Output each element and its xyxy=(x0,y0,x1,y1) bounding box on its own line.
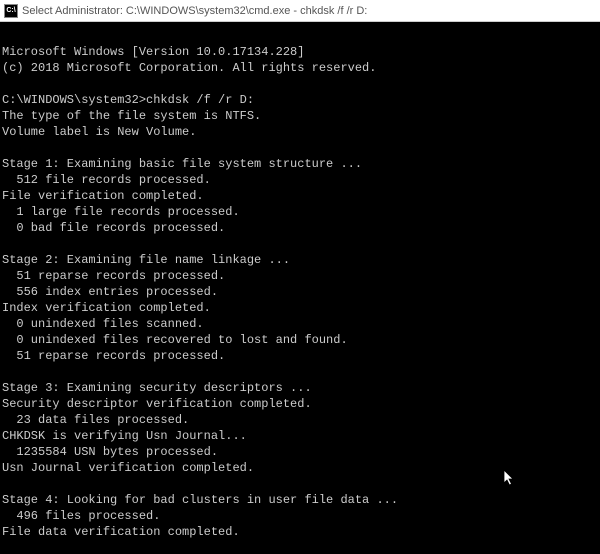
terminal-line: Stage 2: Examining file name linkage ... xyxy=(2,253,290,267)
terminal-line: C:\WINDOWS\system32>chkdsk /f /r D: xyxy=(2,93,254,107)
terminal-line: 23 data files processed. xyxy=(2,413,189,427)
terminal-line: Stage 1: Examining basic file system str… xyxy=(2,157,362,171)
terminal-line: 512 file records processed. xyxy=(2,173,211,187)
window-titlebar[interactable]: C:\ Select Administrator: C:\WINDOWS\sys… xyxy=(0,0,600,22)
terminal-line: 0 unindexed files recovered to lost and … xyxy=(2,333,348,347)
terminal-line: Stage 4: Looking for bad clusters in use… xyxy=(2,493,398,507)
terminal-line: 0 bad file records processed. xyxy=(2,221,225,235)
terminal-line: Usn Journal verification completed. xyxy=(2,461,254,475)
terminal-line: File verification completed. xyxy=(2,189,204,203)
terminal-line: Microsoft Windows [Version 10.0.17134.22… xyxy=(2,45,304,59)
terminal-line: Security descriptor verification complet… xyxy=(2,397,312,411)
terminal-line: 1 large file records processed. xyxy=(2,205,240,219)
terminal-line: Index verification completed. xyxy=(2,301,211,315)
terminal-line: Volume label is New Volume. xyxy=(2,125,196,139)
mouse-cursor-icon xyxy=(504,470,516,488)
terminal-line: 0 unindexed files scanned. xyxy=(2,317,204,331)
terminal-output[interactable]: Microsoft Windows [Version 10.0.17134.22… xyxy=(0,22,600,554)
terminal-line: 556 index entries processed. xyxy=(2,285,218,299)
terminal-line: Stage 3: Examining security descriptors … xyxy=(2,381,312,395)
cmd-icon: C:\ xyxy=(4,4,18,18)
terminal-line: 51 reparse records processed. xyxy=(2,349,225,363)
window-title: Select Administrator: C:\WINDOWS\system3… xyxy=(22,5,596,17)
terminal-line: (c) 2018 Microsoft Corporation. All righ… xyxy=(2,61,376,75)
terminal-line: File data verification completed. xyxy=(2,525,240,539)
terminal-line: CHKDSK is verifying Usn Journal... xyxy=(2,429,247,443)
terminal-line: 496 files processed. xyxy=(2,509,160,523)
terminal-line: 51 reparse records processed. xyxy=(2,269,225,283)
terminal-line: 1235584 USN bytes processed. xyxy=(2,445,218,459)
terminal-line: The type of the file system is NTFS. xyxy=(2,109,261,123)
